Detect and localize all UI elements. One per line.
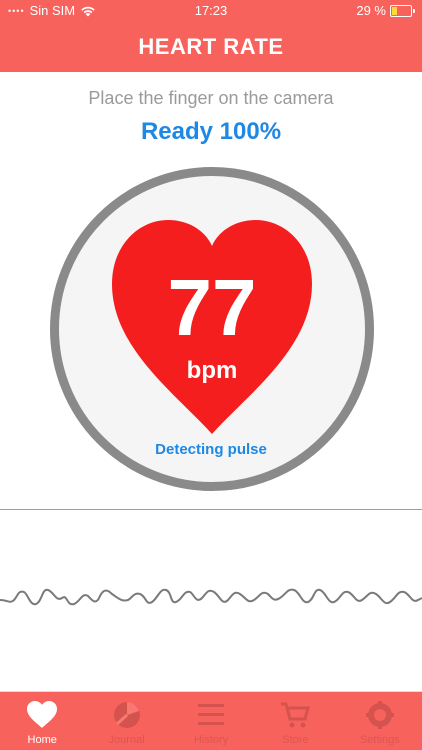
divider-top	[0, 509, 422, 510]
gear-icon	[365, 700, 395, 730]
tab-label: Home	[27, 734, 57, 746]
status-right: 29 %	[356, 3, 415, 18]
tab-bar: Home Journal History Store Settings	[0, 692, 422, 750]
battery-icon	[390, 4, 415, 17]
heart-icon	[27, 700, 58, 730]
battery-nub	[413, 8, 415, 13]
tab-settings[interactable]: Settings	[338, 692, 422, 750]
instruction-text: Place the finger on the camera	[88, 88, 334, 108]
battery-fill	[392, 6, 397, 15]
detecting-status: Detecting pulse	[155, 441, 267, 458]
tab-home[interactable]: Home	[0, 692, 84, 750]
journal-icon	[112, 700, 142, 730]
cart-icon	[280, 700, 311, 730]
tab-label: History	[193, 734, 229, 746]
bpm-unit: bpm	[186, 357, 238, 384]
bpm-value: 77	[167, 263, 257, 352]
page-title: HEART RATE	[0, 22, 422, 72]
tab-label: Journal	[108, 734, 145, 746]
status-bar: •••• Sin SIM 17:23 29 %	[0, 0, 422, 22]
tab-label: Settings	[359, 734, 400, 746]
battery-percent: 29 %	[356, 3, 386, 18]
tab-history[interactable]: History	[169, 692, 253, 750]
tab-store[interactable]: Store	[253, 692, 337, 750]
list-icon	[196, 700, 226, 730]
tab-journal[interactable]: Journal	[84, 692, 168, 750]
pulse-waveform	[0, 588, 422, 606]
ready-status: Ready 100%	[140, 118, 282, 145]
tab-label: Store	[282, 734, 309, 746]
